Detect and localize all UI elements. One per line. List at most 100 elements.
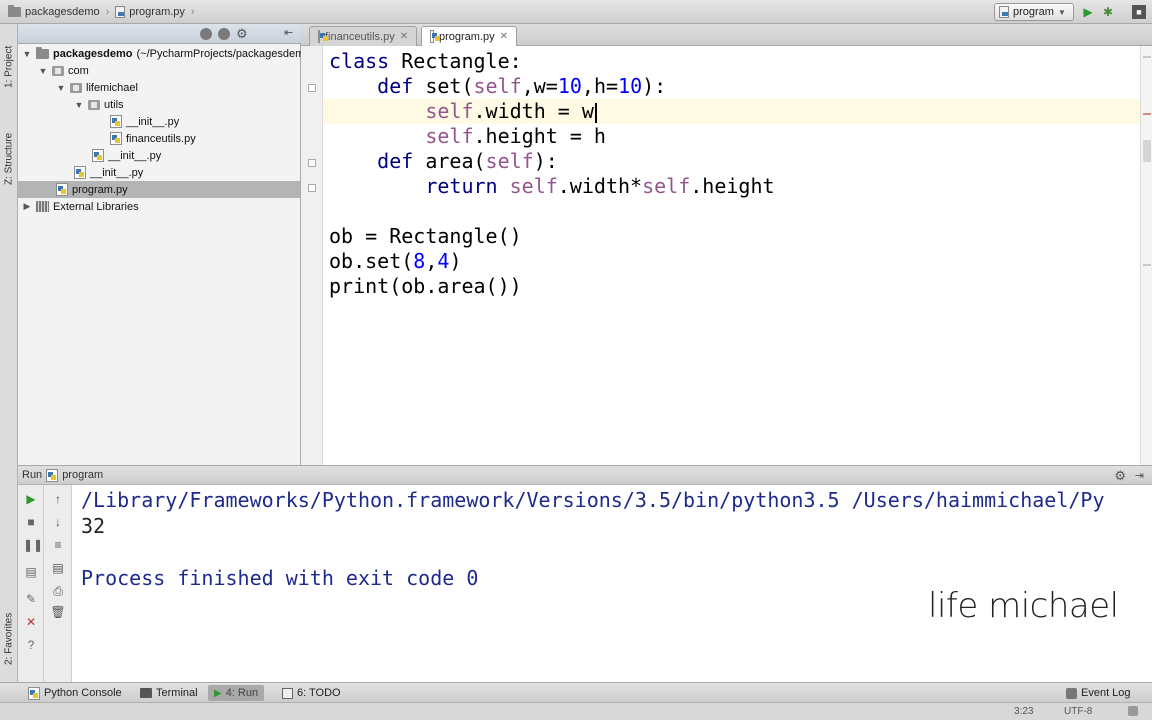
- fold-marker-icon[interactable]: [308, 84, 316, 92]
- breadcrumb-file[interactable]: program.py: [129, 6, 185, 18]
- arrow-up-icon[interactable]: ↑: [50, 491, 66, 507]
- tree-item-external-libraries[interactable]: ▶ External Libraries: [22, 198, 139, 215]
- python-console-button[interactable]: Python Console: [22, 685, 128, 701]
- chevron-down-icon[interactable]: ▼: [22, 49, 32, 59]
- number-literal: 10: [557, 74, 582, 98]
- python-file-icon: [110, 132, 122, 145]
- code-line: ob = Rectangle(): [329, 224, 522, 249]
- code-line: class Rectangle:: [329, 49, 522, 74]
- tree-item-utils[interactable]: ▼ utils: [74, 96, 124, 113]
- run-config-label[interactable]: program: [62, 469, 103, 481]
- close-icon[interactable]: ✕: [23, 614, 39, 630]
- folder-icon: [36, 46, 49, 59]
- keyword: def: [377, 74, 414, 98]
- tree-item-financeutils[interactable]: financeutils.py: [110, 130, 196, 147]
- trash-icon[interactable]: 🗑: [50, 604, 66, 620]
- tree-root[interactable]: ▼ packagesdemo (~/PycharmProjects/packag…: [22, 45, 314, 62]
- tab-financeutils[interactable]: financeutils.py ✕: [309, 26, 417, 46]
- code-line: print(ob.area()): [329, 274, 522, 299]
- tree-item-utils-init[interactable]: __init__.py: [110, 113, 179, 130]
- python-file-icon: [318, 30, 328, 43]
- run-icon[interactable]: ▶: [1080, 4, 1096, 20]
- scroll-to-end-icon[interactable]: ▤: [50, 560, 66, 576]
- dump-threads-icon[interactable]: ▤: [23, 564, 39, 580]
- tree-item-lifemichael-init[interactable]: __init__.py: [92, 147, 161, 164]
- tree-item-com-init[interactable]: __init__.py: [74, 164, 143, 181]
- run-console[interactable]: /Library/Frameworks/Python.framework/Ver…: [72, 485, 1152, 682]
- rerun-icon[interactable]: ▶: [23, 491, 39, 507]
- self-keyword: self: [425, 124, 474, 148]
- fold-marker-icon[interactable]: [308, 159, 316, 167]
- chevron-down-icon[interactable]: ▼: [38, 66, 48, 76]
- run-configuration-label: program: [1013, 6, 1054, 18]
- hide-panel-icon[interactable]: ⇤: [284, 26, 293, 39]
- favorites-tool-button[interactable]: 2: Favorites: [1, 594, 17, 684]
- status-bar: 3:23 UTF-8: [0, 702, 1152, 720]
- chevron-down-icon[interactable]: ▼: [74, 100, 84, 110]
- file-encoding[interactable]: UTF-8: [1064, 706, 1092, 717]
- python-file-icon: [92, 149, 104, 162]
- gear-icon[interactable]: ⚙: [236, 26, 248, 42]
- project-panel: ⚙ ⇤ ▼ packagesdemo (~/PycharmProjects/pa…: [18, 24, 314, 465]
- code-line: self.height = h: [329, 124, 606, 149]
- caret-position[interactable]: 3:23: [1014, 706, 1033, 717]
- breadcrumb-project[interactable]: packagesdemo: [25, 6, 100, 18]
- gear-icon[interactable]: ⚙: [1114, 468, 1126, 484]
- print-icon[interactable]: ⎙: [50, 583, 66, 599]
- tree-item-lifemichael[interactable]: ▼ lifemichael: [56, 79, 138, 96]
- soft-wrap-icon[interactable]: ≡: [50, 537, 66, 553]
- console-exit-line: Process finished with exit code 0: [81, 566, 479, 590]
- chevron-right-icon[interactable]: ▶: [22, 201, 32, 212]
- stop-icon[interactable]: ■: [23, 514, 39, 530]
- fold-marker-icon[interactable]: [308, 184, 316, 192]
- stripe-marker[interactable]: [1143, 113, 1151, 115]
- terminal-button[interactable]: Terminal: [134, 685, 204, 701]
- help-icon[interactable]: ?: [23, 637, 39, 653]
- number-literal: 8: [413, 249, 426, 273]
- stripe-marker[interactable]: [1143, 56, 1151, 58]
- sdk-icon[interactable]: ■: [1132, 5, 1146, 19]
- collapse-all-icon[interactable]: [200, 28, 212, 40]
- scroll-from-source-icon[interactable]: [218, 28, 230, 40]
- tree-item-com[interactable]: ▼ com: [38, 62, 89, 79]
- editor-gutter[interactable]: [301, 46, 323, 465]
- editor-scrollbar[interactable]: [1140, 46, 1152, 465]
- breadcrumb: packagesdemo › program.py ›: [8, 4, 197, 20]
- run-configuration-select[interactable]: program ▼: [994, 3, 1074, 21]
- lock-icon[interactable]: [1128, 706, 1138, 716]
- structure-tool-button[interactable]: Z: Structure: [1, 114, 17, 204]
- code-editor[interactable]: class Rectangle: def set(self,w=10,h=10)…: [323, 46, 1140, 465]
- hide-panel-icon[interactable]: ⇥: [1135, 469, 1144, 482]
- close-icon[interactable]: ✕: [400, 31, 408, 42]
- stripe-marker[interactable]: [1143, 264, 1151, 266]
- project-tool-button[interactable]: 1: Project: [1, 32, 17, 102]
- library-icon: [36, 201, 49, 212]
- self-keyword: self: [473, 74, 522, 98]
- structure-tool-label: Z: Structure: [3, 132, 15, 186]
- pin-icon[interactable]: ✎: [23, 591, 39, 607]
- python-file-icon: [74, 166, 86, 179]
- run-tool-label: 4: Run: [225, 687, 259, 699]
- keyword: class: [329, 49, 390, 73]
- chevron-down-icon[interactable]: ▼: [56, 83, 66, 93]
- close-icon[interactable]: ✕: [500, 31, 508, 42]
- python-file-icon: [115, 6, 126, 18]
- tab-program[interactable]: program.py ✕: [421, 26, 517, 46]
- chevron-down-icon: ▼: [1057, 7, 1066, 17]
- debug-icon[interactable]: ✱: [1100, 4, 1116, 20]
- arrow-down-icon[interactable]: ↓: [50, 514, 66, 530]
- tree-item-label: utils: [104, 98, 124, 111]
- event-log-button[interactable]: Event Log: [1060, 685, 1137, 701]
- todo-button[interactable]: 6: TODO: [276, 685, 347, 701]
- pause-icon[interactable]: ❚❚: [23, 537, 43, 553]
- package-icon: [88, 99, 100, 110]
- self-keyword: self: [642, 174, 691, 198]
- python-icon: [28, 686, 40, 700]
- python-file-icon: [46, 468, 59, 482]
- tree-item-program[interactable]: program.py: [18, 181, 300, 198]
- self-keyword: self: [425, 99, 474, 123]
- tree-item-label: __init__.py: [108, 149, 162, 162]
- run-tool-button[interactable]: ▶ 4: Run: [208, 685, 265, 701]
- scrollbar-thumb[interactable]: [1143, 140, 1151, 162]
- package-icon: [52, 65, 64, 76]
